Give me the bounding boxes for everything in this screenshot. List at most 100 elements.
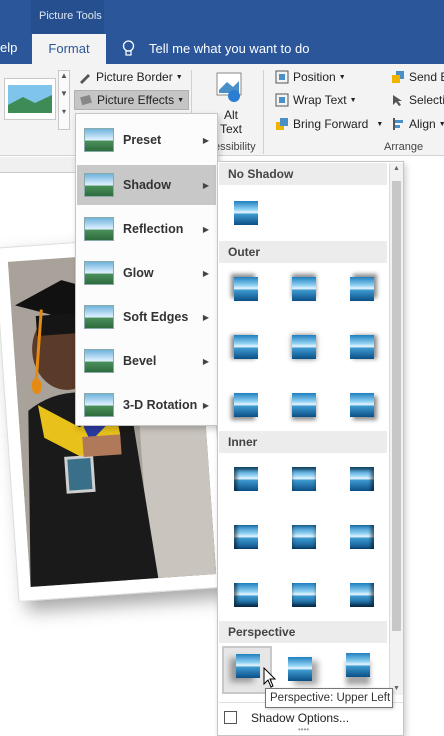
shadow-option-outer[interactable]: [226, 327, 266, 367]
bevel-icon: [84, 349, 114, 373]
shadow-option-outer[interactable]: [342, 327, 382, 367]
menu-item-preset[interactable]: Preset ▶: [77, 120, 216, 160]
menu-item-reflection[interactable]: Reflection ▶: [77, 209, 216, 249]
shadow-preview-icon: [350, 467, 374, 491]
shadow-option-inner[interactable]: [226, 459, 266, 499]
gallery-scrollbar[interactable]: ▲ ▼: [389, 163, 403, 695]
position-button[interactable]: Position ▼: [275, 70, 346, 84]
menu-item-3d-rotation[interactable]: 3-D Rotation ▶: [77, 385, 216, 425]
3d-rotation-icon: [84, 393, 114, 417]
shadow-option-perspective[interactable]: [280, 649, 320, 689]
tell-me-search[interactable]: Tell me what you want to do: [122, 40, 309, 57]
shadow-options-checkbox[interactable]: [224, 711, 237, 724]
picture-effects-label: Picture Effects: [97, 93, 175, 107]
wrap-text-button[interactable]: Wrap Text ▼: [275, 93, 357, 107]
picture-border-button[interactable]: Picture Border ▼: [78, 70, 183, 84]
chevron-right-icon: ▶: [202, 312, 209, 322]
shadow-option-inner[interactable]: [284, 517, 324, 557]
chevron-right-icon: ▶: [202, 400, 209, 410]
position-label: Position: [293, 70, 336, 84]
shadow-preview-icon: [350, 525, 374, 549]
shadow-option-inner[interactable]: [226, 517, 266, 557]
shadow-preview-icon: [346, 653, 370, 677]
shadow-preview-icon: [292, 525, 316, 549]
shadow-option-inner[interactable]: [284, 575, 324, 615]
shadow-option-outer[interactable]: [226, 385, 266, 425]
menu-item-shadow[interactable]: Shadow ▶: [77, 165, 216, 205]
shadow-preview-icon: [234, 201, 258, 225]
landscape-icon: [8, 85, 52, 113]
chevron-down-icon: ▼: [338, 73, 346, 81]
shadow-preview-icon: [292, 277, 316, 301]
shadow-preview-icon: [234, 467, 258, 491]
shadow-option-inner[interactable]: [226, 575, 266, 615]
shadow-option-outer[interactable]: [342, 385, 382, 425]
shadow-icon: [84, 173, 114, 197]
shadow-preview-icon: [350, 277, 374, 301]
shadow-option-inner[interactable]: [342, 517, 382, 557]
shadow-option-inner[interactable]: [284, 459, 324, 499]
shadow-preview-icon: [234, 393, 258, 417]
chevron-down-icon: ▼: [438, 120, 444, 128]
horizontal-ruler: [0, 157, 76, 173]
ribbon-divider: [263, 70, 264, 154]
styles-gallery-scroll[interactable]: ▲ ▼ ▾: [58, 70, 70, 130]
shadow-option-outer[interactable]: [284, 385, 324, 425]
menu-item-glow[interactable]: Glow ▶: [77, 253, 216, 293]
align-button[interactable]: Align ▼: [391, 117, 444, 131]
position-icon: [275, 70, 289, 84]
shadow-preview-icon: [350, 393, 374, 417]
shadow-preview-icon: [234, 277, 258, 301]
arrange-group-label: Arrange: [384, 141, 424, 153]
send-backward-icon: [392, 71, 404, 83]
bring-forward-button[interactable]: Bring Forward ▼: [275, 117, 383, 131]
accessibility-group-label: essibility: [214, 141, 256, 153]
selection-pane-label: Selecti: [409, 93, 444, 107]
scrollbar-thumb[interactable]: [392, 181, 401, 631]
menu-item-bevel[interactable]: Bevel ▶: [77, 341, 216, 381]
shadow-option-outer[interactable]: [284, 269, 324, 309]
resize-grip-icon[interactable]: ••••: [298, 725, 309, 734]
shadow-option-perspective[interactable]: [338, 645, 378, 685]
shadow-preview-icon: [236, 654, 260, 678]
shadow-preview-icon: [288, 657, 312, 681]
tooltip: Perspective: Upper Left: [265, 688, 393, 708]
chevron-right-icon: ▶: [202, 224, 209, 234]
chevron-down-icon: ▼: [175, 73, 183, 81]
picture-effects-menu: Preset ▶ Shadow ▶ Reflection ▶ Glow ▶ So…: [75, 113, 218, 426]
shadow-option-outer[interactable]: [226, 269, 266, 309]
chevron-right-icon: ▶: [202, 135, 209, 145]
alt-text-icon: [216, 72, 242, 102]
mouse-cursor-icon: [263, 667, 277, 688]
tab-format[interactable]: Format: [32, 34, 106, 64]
picture-effects-button[interactable]: Picture Effects ▼: [74, 90, 190, 110]
section-no-shadow: No Shadow: [219, 163, 387, 185]
selection-pane-icon: [393, 95, 402, 106]
shadow-preview-icon: [292, 335, 316, 359]
chevron-down-icon: ▼: [177, 96, 185, 104]
send-backward-label: Send B: [409, 70, 444, 84]
scroll-up-icon[interactable]: ▲: [390, 165, 403, 172]
chevron-down-icon: ▼: [349, 96, 357, 104]
wrap-text-icon: [275, 93, 289, 107]
chevron-right-icon: ▶: [202, 356, 209, 366]
lightbulb-icon: [122, 40, 135, 56]
shadow-option-outer[interactable]: [284, 327, 324, 367]
selection-pane-button[interactable]: Selecti: [391, 93, 444, 107]
reflection-icon: [84, 217, 114, 241]
shadow-option-inner[interactable]: [342, 459, 382, 499]
picture-style-thumbnail[interactable]: [4, 78, 56, 120]
shadow-option-inner[interactable]: [342, 575, 382, 615]
shadow-preview-icon: [234, 335, 258, 359]
shadow-preview-icon: [292, 583, 316, 607]
chevron-down-icon: ▼: [376, 120, 384, 128]
shadow-option-outer[interactable]: [342, 269, 382, 309]
glow-icon: [84, 261, 114, 285]
menu-item-soft-edges[interactable]: Soft Edges ▶: [77, 297, 216, 337]
shadow-preview-icon: [292, 393, 316, 417]
tab-help[interactable]: elp: [0, 40, 17, 55]
align-icon: [393, 118, 403, 130]
send-backward-button[interactable]: Send B: [391, 70, 444, 84]
shadow-option-none[interactable]: [226, 193, 266, 233]
shadow-preview-icon: [234, 583, 258, 607]
